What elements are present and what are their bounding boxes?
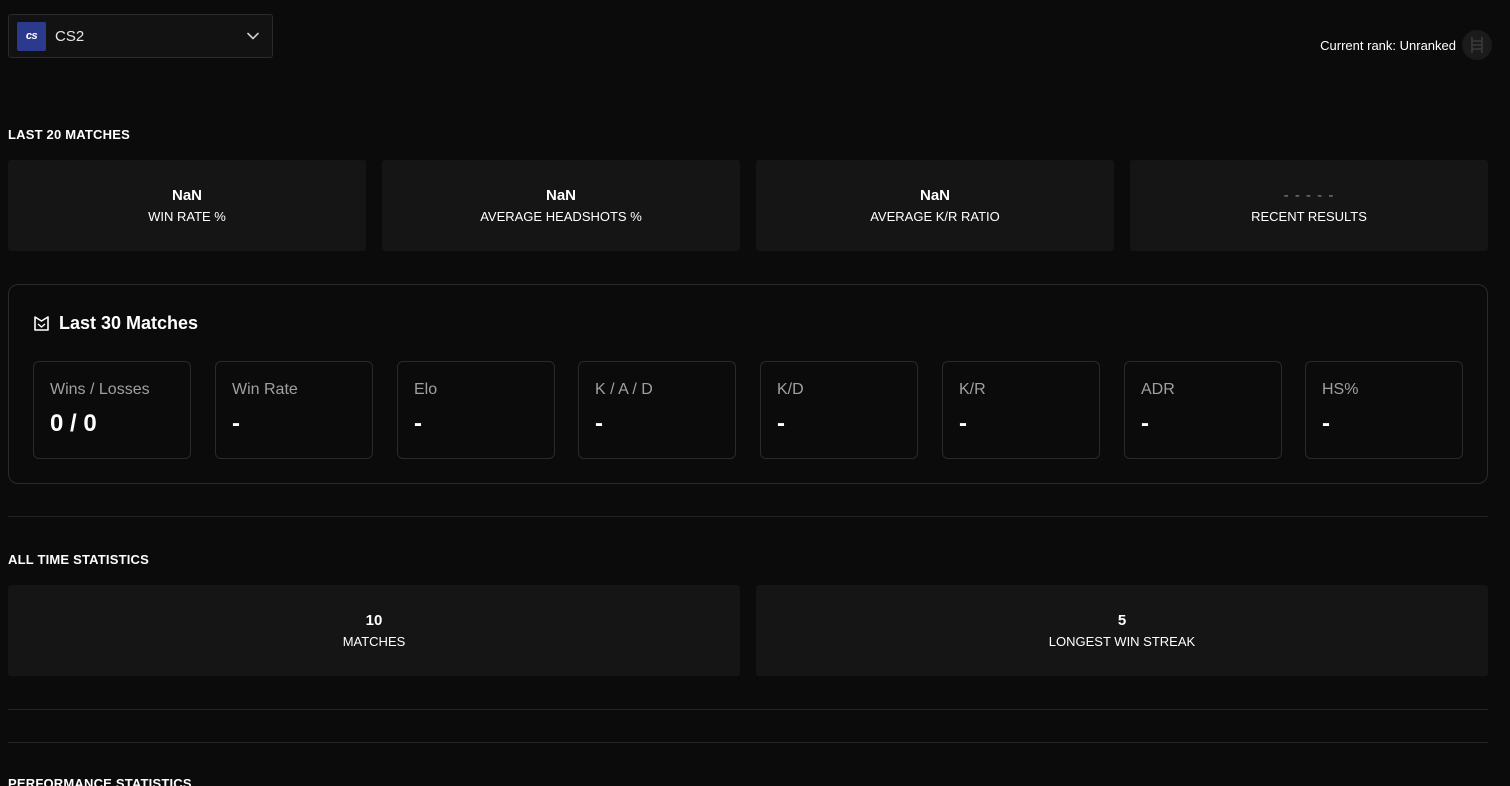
win-rate-30-label: Win Rate xyxy=(232,381,298,398)
kad-value: - xyxy=(595,410,603,437)
avg-headshots-label: AVERAGE HEADSHOTS % xyxy=(480,208,642,224)
wins-losses-label: Wins / Losses xyxy=(50,381,150,398)
avg-kr-ratio-value: NaN xyxy=(919,186,950,204)
recent-results-label: RECENT RESULTS xyxy=(1251,208,1367,224)
kd-card: K/D - xyxy=(760,361,918,459)
win-rate-card: NaN WIN RATE % xyxy=(8,160,366,251)
win-rate-30-card: Win Rate - xyxy=(215,361,373,459)
section-divider xyxy=(8,709,1488,710)
kad-label: K / A / D xyxy=(595,381,653,398)
kd-label: K/D xyxy=(777,381,804,398)
last-30-matches-header: Last 30 Matches xyxy=(33,313,198,334)
elo-card: Elo - xyxy=(397,361,555,459)
elo-label: Elo xyxy=(414,381,438,398)
current-rank: Current rank: Unranked xyxy=(1320,30,1492,60)
player-stats-page: cs CS2 Current rank: Unranked LAST 20 MA… xyxy=(0,0,1510,786)
longest-win-streak-value: 5 xyxy=(1117,611,1127,629)
kr-card: K/R - xyxy=(942,361,1100,459)
adr-label: ADR xyxy=(1141,381,1175,398)
adr-value: - xyxy=(1141,410,1149,437)
recent-results-card: - - - - - RECENT RESULTS xyxy=(1130,160,1488,251)
kr-label: K/R xyxy=(959,381,986,398)
matches-label: MATCHES xyxy=(342,633,406,649)
longest-win-streak-card: 5 LONGEST WIN STREAK xyxy=(756,585,1488,676)
adr-card: ADR - xyxy=(1124,361,1282,459)
recent-results-value: - - - - - xyxy=(1283,186,1335,204)
rank-ladder-icon xyxy=(1462,30,1492,60)
kad-card: K / A / D - xyxy=(578,361,736,459)
faceit-logo-icon xyxy=(34,316,49,331)
all-time-statistics-heading: ALL TIME STATISTICS xyxy=(8,552,150,567)
win-rate-label: WIN RATE % xyxy=(148,208,226,224)
last-30-matches-title: Last 30 Matches xyxy=(59,313,199,333)
chevron-down-icon xyxy=(247,32,259,40)
current-rank-label: Current rank: Unranked xyxy=(1320,37,1456,53)
selected-game-label: CS2 xyxy=(55,27,85,45)
kd-value: - xyxy=(777,410,785,437)
wins-losses-card: Wins / Losses 0 / 0 xyxy=(33,361,191,459)
avg-kr-ratio-card: NaN AVERAGE K/R RATIO xyxy=(756,160,1114,251)
win-rate-30-value: - xyxy=(232,410,240,437)
section-divider xyxy=(8,516,1488,517)
last-20-matches-heading: LAST 20 MATCHES xyxy=(8,127,130,142)
avg-headshots-value: NaN xyxy=(545,186,576,204)
matches-card: 10 MATCHES xyxy=(8,585,740,676)
hs-percent-label: HS% xyxy=(1322,381,1359,398)
avg-kr-ratio-label: AVERAGE K/R RATIO xyxy=(870,208,1000,224)
kr-value: - xyxy=(959,410,967,437)
matches-value: 10 xyxy=(365,611,383,629)
last-30-matches-panel: Last 30 Matches Wins / Losses 0 / 0 Win … xyxy=(8,284,1488,484)
hs-percent-card: HS% - xyxy=(1305,361,1463,459)
avg-headshots-card: NaN AVERAGE HEADSHOTS % xyxy=(382,160,740,251)
game-logo-text: cs xyxy=(25,30,38,42)
elo-value: - xyxy=(414,410,422,437)
section-divider xyxy=(8,742,1488,743)
wins-losses-value: 0 / 0 xyxy=(50,410,97,437)
longest-win-streak-label: LONGEST WIN STREAK xyxy=(1048,633,1196,649)
win-rate-value: NaN xyxy=(171,186,202,204)
performance-statistics-heading: PERFORMANCE STATISTICS xyxy=(8,776,192,786)
game-selector-dropdown[interactable]: cs CS2 xyxy=(8,14,273,58)
hs-percent-value: - xyxy=(1322,410,1330,437)
cs2-logo-icon: cs xyxy=(17,21,46,51)
